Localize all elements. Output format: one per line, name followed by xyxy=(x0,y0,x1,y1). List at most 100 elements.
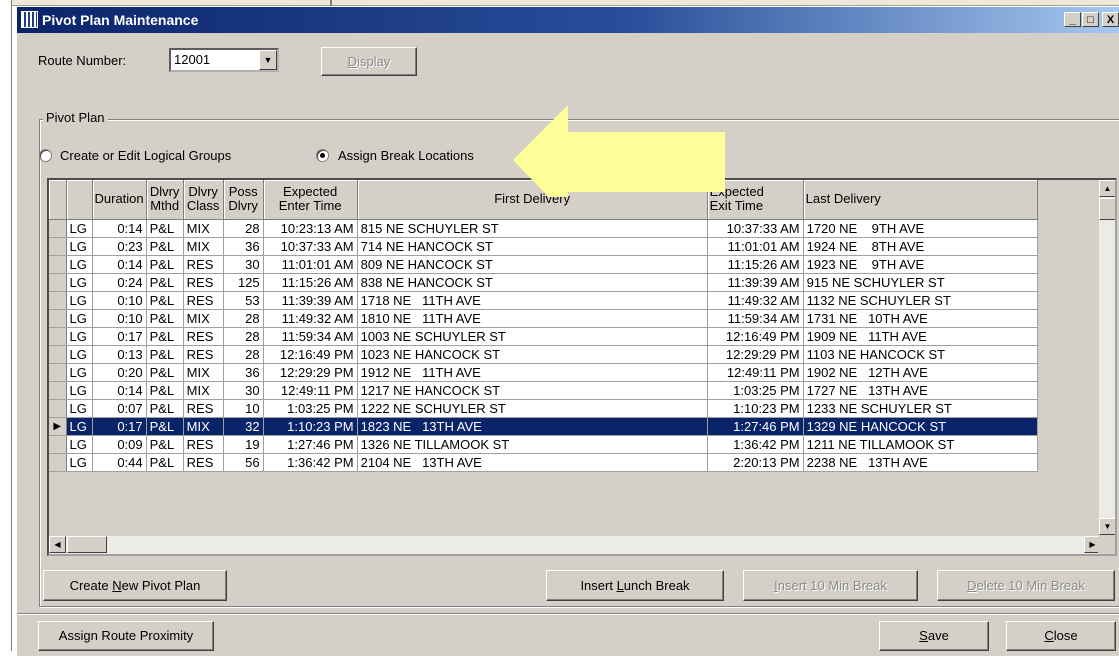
cell-last-delivery[interactable]: 1923 NE 9TH AVE xyxy=(803,255,1038,274)
row-indicator[interactable] xyxy=(49,435,67,454)
cell-exit-time[interactable]: 11:01:01 AM xyxy=(707,237,804,256)
scroll-left-icon[interactable]: ◀ xyxy=(49,536,66,553)
save-button[interactable]: Save xyxy=(879,621,989,651)
cell-exit-time[interactable]: 11:49:32 AM xyxy=(707,291,804,310)
row-pointer-icon[interactable]: ▶ xyxy=(49,417,67,436)
header-last-delivery[interactable]: Last Delivery xyxy=(803,180,1038,220)
cell-enter-time[interactable]: 1:03:25 PM xyxy=(263,399,358,418)
cell-exit-time[interactable]: 11:15:26 AM xyxy=(707,255,804,274)
cell-type[interactable]: LG xyxy=(66,237,93,256)
cell-exit-time[interactable]: 1:10:23 PM xyxy=(707,399,804,418)
cell-poss-dlvry[interactable]: 32 xyxy=(223,417,264,436)
cell-first-delivery[interactable]: 838 NE HANCOCK ST xyxy=(357,273,708,292)
cell-duration[interactable]: 0:14 xyxy=(92,255,147,274)
row-indicator[interactable] xyxy=(49,255,67,274)
cell-duration[interactable]: 0:09 xyxy=(92,435,147,454)
cell-dlvry-class[interactable]: MIX xyxy=(183,363,224,382)
row-indicator[interactable] xyxy=(49,237,67,256)
vertical-scrollbar[interactable]: ▲ ▼ xyxy=(1098,180,1115,535)
table-row[interactable]: LG 0:24 P&L RES 125 11:15:26 AM 838 NE HANCOCK… xyxy=(49,273,1038,292)
cell-type[interactable]: LG xyxy=(66,255,93,274)
close-button[interactable]: Close xyxy=(1006,621,1116,651)
cell-dlvry-class[interactable]: RES xyxy=(183,327,224,346)
cell-type[interactable]: LG xyxy=(66,435,93,454)
cell-type[interactable]: LG xyxy=(66,381,93,400)
cell-dlvry-mthd[interactable]: P&L xyxy=(146,453,184,472)
scroll-down-icon[interactable]: ▼ xyxy=(1099,518,1115,535)
cell-last-delivery[interactable]: 1924 NE 8TH AVE xyxy=(803,237,1038,256)
create-new-pivot-plan-button[interactable]: Create New Pivot Plan xyxy=(43,570,227,601)
cell-last-delivery[interactable]: 915 NE SCHUYLER ST xyxy=(803,273,1038,292)
horizontal-scrollbar[interactable]: ◀ ▶ xyxy=(49,535,1101,554)
cell-dlvry-mthd[interactable]: P&L xyxy=(146,435,184,454)
insert-10-min-break-button[interactable]: Insert 10 Min Break xyxy=(743,570,918,601)
cell-exit-time[interactable]: 12:16:49 PM xyxy=(707,327,804,346)
cell-first-delivery[interactable]: 1217 NE HANCOCK ST xyxy=(357,381,708,400)
cell-poss-dlvry[interactable]: 125 xyxy=(223,273,264,292)
cell-poss-dlvry[interactable]: 10 xyxy=(223,399,264,418)
cell-dlvry-mthd[interactable]: P&L xyxy=(146,399,184,418)
cell-poss-dlvry[interactable]: 19 xyxy=(223,435,264,454)
insert-lunch-break-button[interactable]: Insert Lunch Break xyxy=(546,570,724,601)
cell-type[interactable]: LG xyxy=(66,345,93,364)
cell-duration[interactable]: 0:14 xyxy=(92,381,147,400)
cell-dlvry-mthd[interactable]: P&L xyxy=(146,417,184,436)
cell-type[interactable]: LG xyxy=(66,219,93,238)
cell-duration[interactable]: 0:13 xyxy=(92,345,147,364)
cell-dlvry-class[interactable]: MIX xyxy=(183,309,224,328)
cell-dlvry-class[interactable]: MIX xyxy=(183,219,224,238)
cell-poss-dlvry[interactable]: 36 xyxy=(223,363,264,382)
cell-type[interactable]: LG xyxy=(66,291,93,310)
cell-dlvry-class[interactable]: RES xyxy=(183,345,224,364)
cell-first-delivery[interactable]: 1326 NE TILLAMOOK ST xyxy=(357,435,708,454)
table-row[interactable]: LG 0:14 P&L RES 30 11:01:01 AM 809 NE HANCOCK … xyxy=(49,255,1038,274)
table-row[interactable]: ▶ LG 0:17 P&L MIX 32 1:10:23 PM 1823 NE 13TH AV… xyxy=(49,417,1038,436)
cell-dlvry-class[interactable]: RES xyxy=(183,273,224,292)
cell-enter-time[interactable]: 12:49:11 PM xyxy=(263,381,358,400)
cell-dlvry-class[interactable]: RES xyxy=(183,291,224,310)
cell-last-delivery[interactable]: 1233 NE SCHUYLER ST xyxy=(803,399,1038,418)
cell-type[interactable]: LG xyxy=(66,363,93,382)
cell-duration[interactable]: 0:07 xyxy=(92,399,147,418)
row-indicator[interactable] xyxy=(49,327,67,346)
maximize-button[interactable]: □ xyxy=(1082,12,1099,27)
cell-exit-time[interactable]: 11:59:34 AM xyxy=(707,309,804,328)
cell-first-delivery[interactable]: 1003 NE SCHUYLER ST xyxy=(357,327,708,346)
cell-first-delivery[interactable]: 815 NE SCHUYLER ST xyxy=(357,219,708,238)
cell-last-delivery[interactable]: 1731 NE 10TH AVE xyxy=(803,309,1038,328)
row-indicator[interactable] xyxy=(49,345,67,364)
cell-enter-time[interactable]: 11:39:39 AM xyxy=(263,291,358,310)
row-indicator[interactable] xyxy=(49,399,67,418)
cell-exit-time[interactable]: 2:20:13 PM xyxy=(707,453,804,472)
cell-dlvry-mthd[interactable]: P&L xyxy=(146,345,184,364)
cell-enter-time[interactable]: 10:23:13 AM xyxy=(263,219,358,238)
cell-poss-dlvry[interactable]: 56 xyxy=(223,453,264,472)
cell-enter-time[interactable]: 12:16:49 PM xyxy=(263,345,358,364)
row-indicator[interactable] xyxy=(49,309,67,328)
cell-first-delivery[interactable]: 714 NE HANCOCK ST xyxy=(357,237,708,256)
cell-enter-time[interactable]: 1:10:23 PM xyxy=(263,417,358,436)
cell-dlvry-class[interactable]: RES xyxy=(183,435,224,454)
cell-type[interactable]: LG xyxy=(66,309,93,328)
row-indicator[interactable] xyxy=(49,291,67,310)
cell-last-delivery[interactable]: 1727 NE 13TH AVE xyxy=(803,381,1038,400)
cell-dlvry-class[interactable]: RES xyxy=(183,255,224,274)
cell-duration[interactable]: 0:17 xyxy=(92,417,147,436)
cell-first-delivery[interactable]: 1823 NE 13TH AVE xyxy=(357,417,708,436)
cell-type[interactable]: LG xyxy=(66,273,93,292)
cell-exit-time[interactable]: 12:49:11 PM xyxy=(707,363,804,382)
cell-duration[interactable]: 0:23 xyxy=(92,237,147,256)
cell-dlvry-class[interactable]: RES xyxy=(183,399,224,418)
cell-enter-time[interactable]: 10:37:33 AM xyxy=(263,237,358,256)
cell-last-delivery[interactable]: 1720 NE 9TH AVE xyxy=(803,219,1038,238)
cell-type[interactable]: LG xyxy=(66,453,93,472)
cell-last-delivery[interactable]: 1909 NE 11TH AVE xyxy=(803,327,1038,346)
table-row[interactable]: LG 0:14 P&L MIX 28 10:23:13 AM 815 NE SCHUYLER… xyxy=(49,219,1038,238)
cell-dlvry-mthd[interactable]: P&L xyxy=(146,327,184,346)
cell-dlvry-mthd[interactable]: P&L xyxy=(146,363,184,382)
cell-last-delivery[interactable]: 1132 NE SCHUYLER ST xyxy=(803,291,1038,310)
cell-dlvry-class[interactable]: MIX xyxy=(183,381,224,400)
cell-enter-time[interactable]: 1:27:46 PM xyxy=(263,435,358,454)
table-row[interactable]: LG 0:17 P&L RES 28 11:59:34 AM 1003 NE SCHUYLE… xyxy=(49,327,1038,346)
assign-route-proximity-button[interactable]: Assign Route Proximity xyxy=(38,621,214,651)
